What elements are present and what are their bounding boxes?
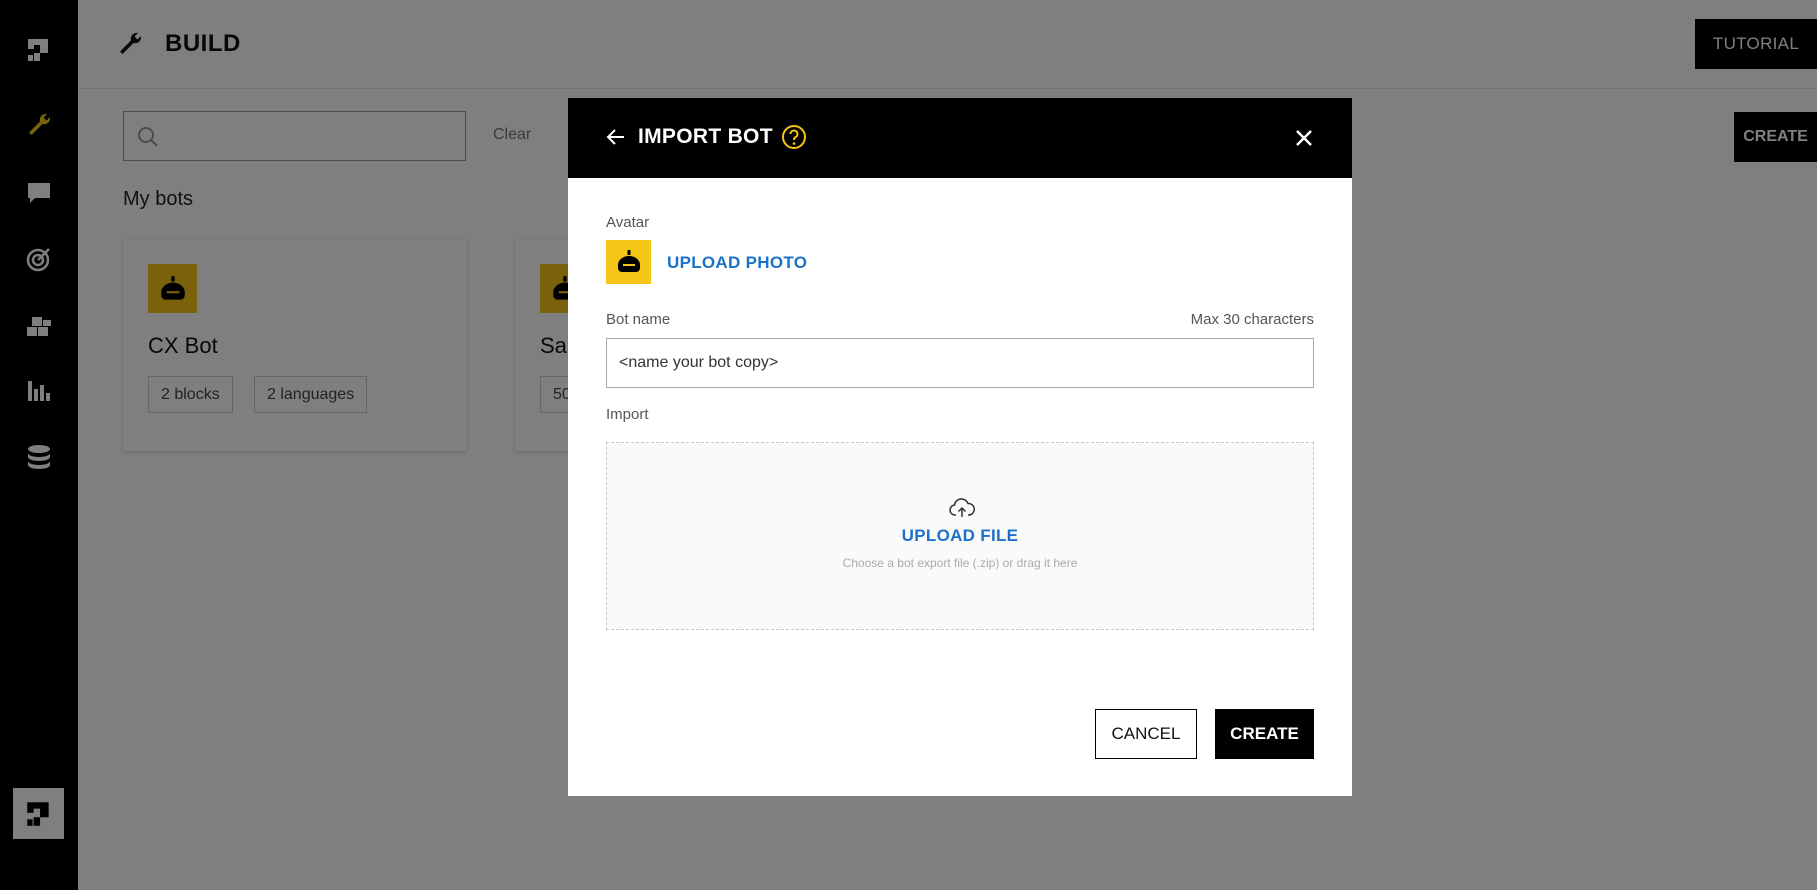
max-chars-hint: Max 30 characters [1190, 311, 1314, 328]
avatar-label: Avatar [606, 214, 650, 231]
create-button[interactable]: CREATE [1215, 709, 1314, 759]
bot-avatar-preview [606, 240, 651, 284]
import-bot-dialog: IMPORT BOT Avatar UPLOAD PHOTO Bot name … [568, 98, 1352, 796]
back-arrow-icon[interactable] [604, 125, 628, 149]
close-icon[interactable] [1292, 126, 1316, 150]
dialog-header: IMPORT BOT [568, 98, 1352, 178]
bot-icon [617, 250, 640, 272]
bot-name-input[interactable] [606, 338, 1314, 388]
bot-name-label: Bot name [606, 311, 671, 328]
cancel-button[interactable]: CANCEL [1095, 709, 1197, 759]
upload-photo-button[interactable]: UPLOAD PHOTO [667, 253, 807, 273]
upload-hint: Choose a bot export file (.zip) or drag … [842, 556, 1078, 570]
import-label: Import [606, 406, 649, 423]
dialog-title: IMPORT BOT [638, 125, 773, 148]
file-dropzone[interactable]: UPLOAD FILE Choose a bot export file (.z… [606, 442, 1314, 630]
upload-file-button[interactable]: UPLOAD FILE [607, 526, 1313, 546]
cloud-upload-icon [949, 498, 975, 517]
help-icon[interactable] [781, 124, 807, 150]
